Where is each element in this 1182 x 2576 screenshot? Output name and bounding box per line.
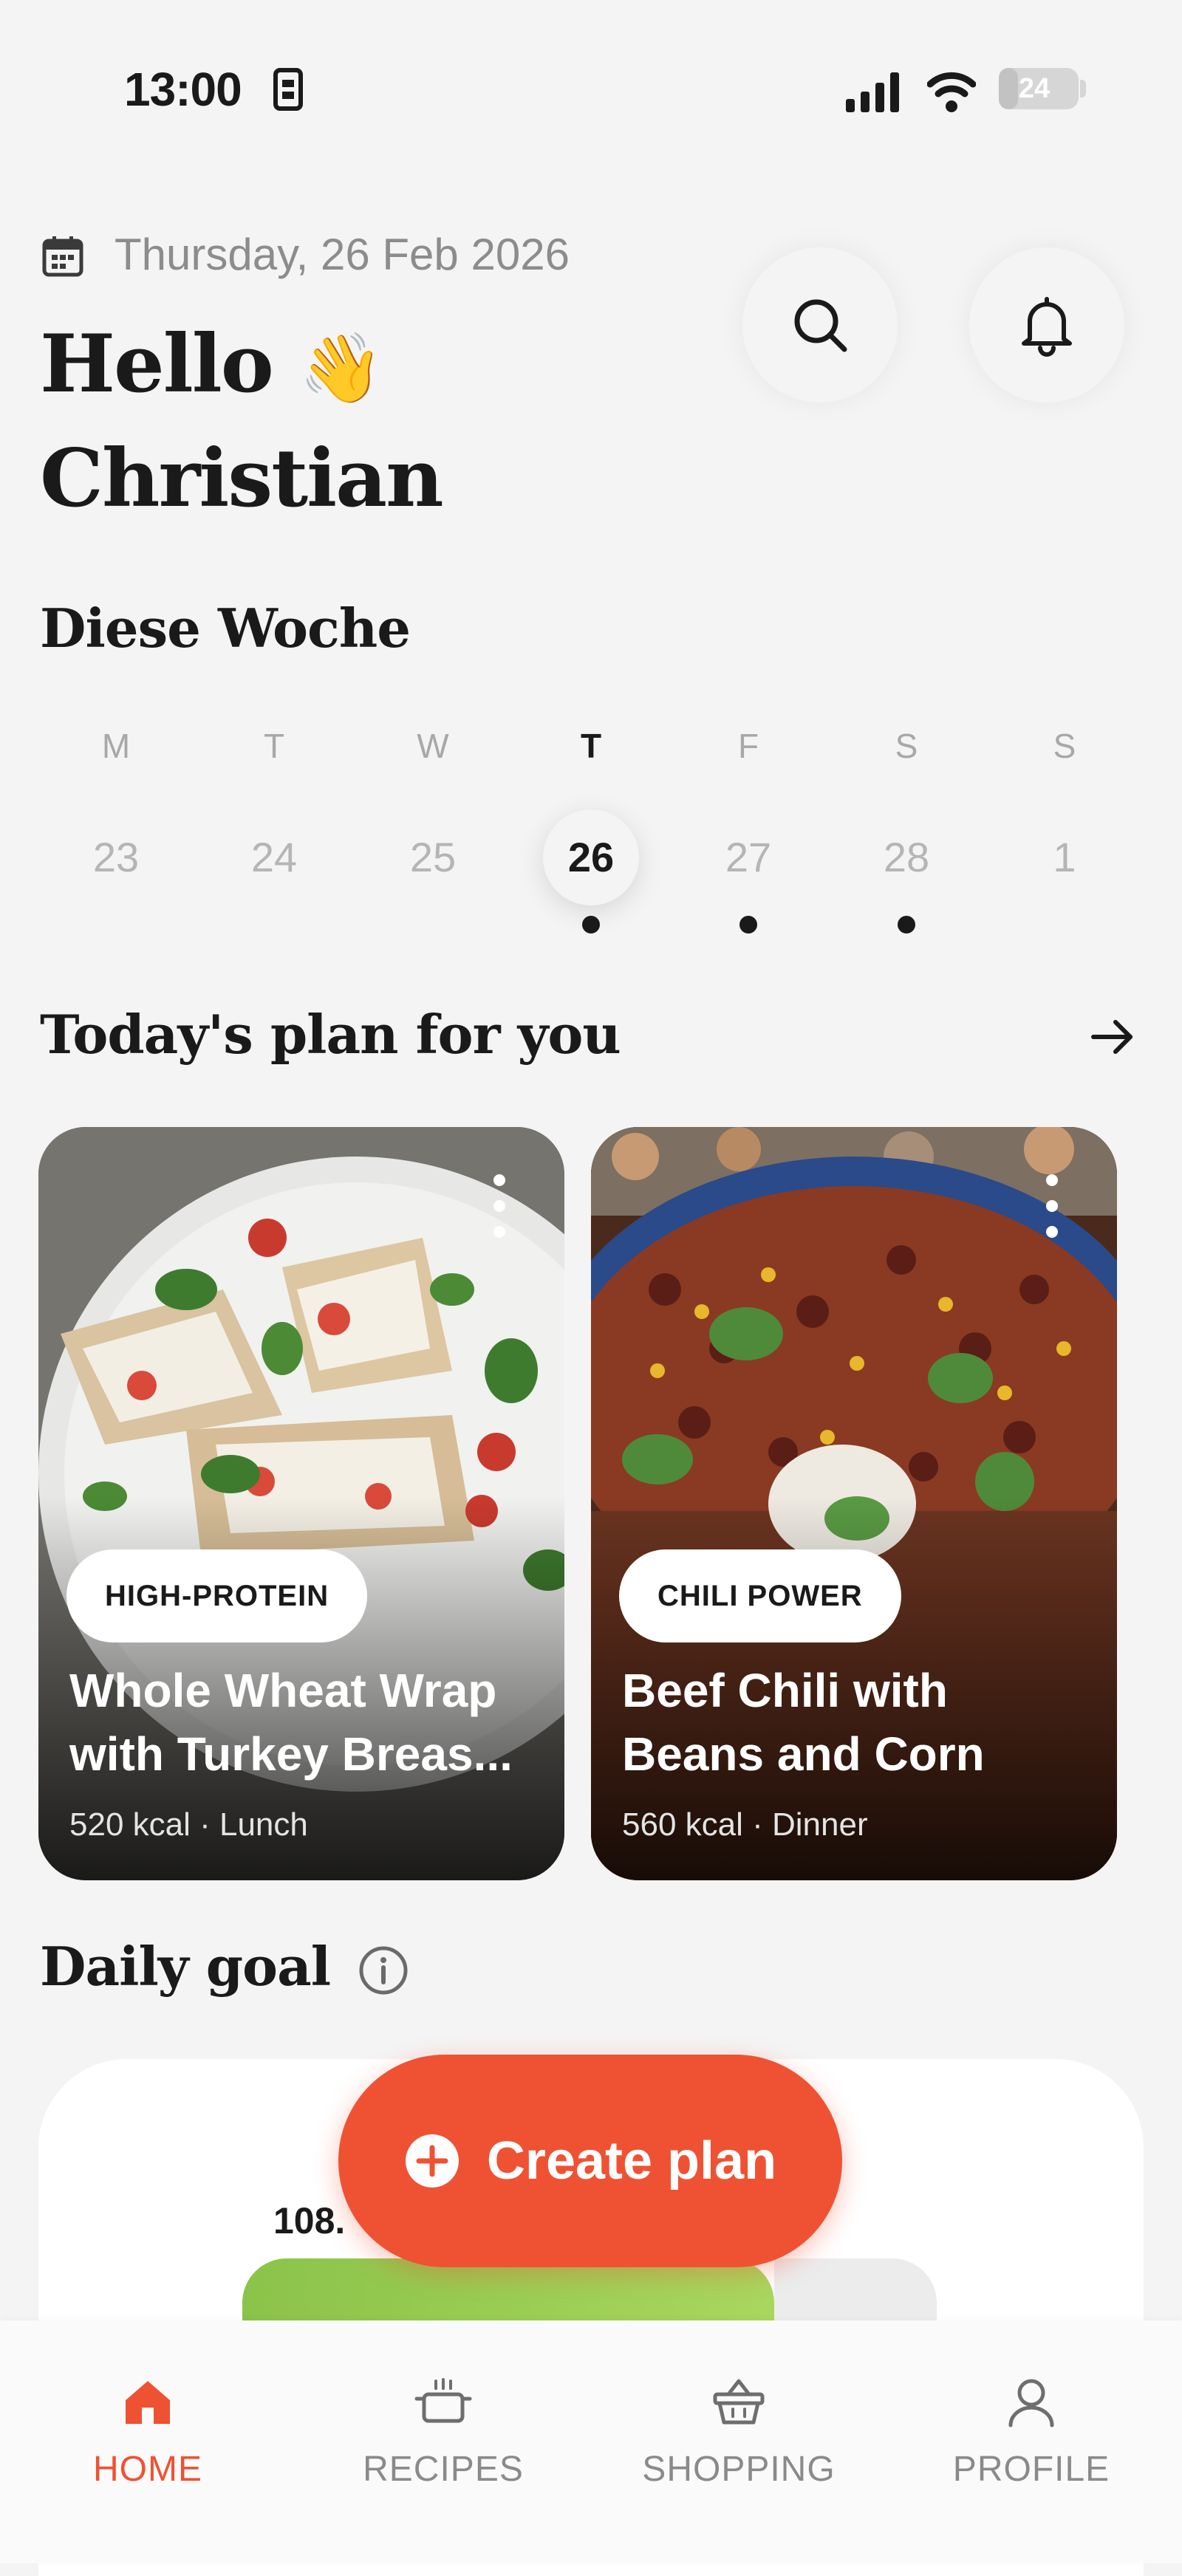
plan-dot	[739, 916, 757, 934]
search-icon	[794, 299, 847, 352]
nav-shopping[interactable]: SHOPPING	[621, 2372, 857, 2490]
week-title: Diese Woche	[40, 597, 411, 660]
search-button[interactable]	[742, 247, 898, 402]
day-letter: F	[737, 727, 759, 765]
home-icon	[126, 2381, 170, 2424]
waving-hand-emoji: 👋	[298, 328, 383, 408]
day-thursday-selected[interactable]: T 26	[536, 724, 646, 934]
create-plan-button[interactable]: Create plan	[338, 2055, 842, 2267]
day-wednesday[interactable]: W 25	[378, 724, 488, 934]
profile-icon	[1008, 2379, 1054, 2428]
day-tuesday[interactable]: T 24	[219, 724, 329, 934]
greeting-hello: Hello	[40, 318, 274, 411]
day-date: 26	[543, 809, 639, 905]
bell-icon	[1022, 297, 1072, 357]
nav-label: PROFILE	[952, 2450, 1110, 2489]
daily-goal-title: Daily goal	[40, 1935, 331, 1998]
signal-icon	[846, 72, 899, 112]
day-letter: S	[895, 727, 918, 765]
battery-indicator: 24	[999, 68, 1079, 109]
day-friday[interactable]: F 27	[693, 724, 804, 934]
meal-title: Whole Wheat Wrap with Turkey Breas...	[69, 1664, 513, 1781]
current-date: Thursday, 26 Feb 2026	[115, 230, 570, 279]
meal-meta: 520 kcal · Lunch	[69, 1806, 308, 1843]
day-date: 1	[1053, 834, 1076, 880]
day-sunday[interactable]: S 1	[1009, 724, 1120, 934]
day-date: 27	[725, 834, 772, 880]
notifications-button[interactable]	[969, 247, 1124, 402]
day-monday[interactable]: M 23	[61, 724, 171, 934]
todays-plan-title: Today's plan for you	[40, 1003, 621, 1066]
plan-dot	[582, 916, 600, 934]
bottom-navigation: HOME RECIPES SHOPPING PROFILE	[0, 2320, 1182, 2563]
plan-dot	[898, 916, 915, 934]
sim-card-icon	[273, 68, 303, 111]
nav-recipes[interactable]: RECIPES	[325, 2372, 561, 2490]
day-date: 28	[883, 834, 930, 880]
meal-meta: 560 kcal · Dinner	[622, 1806, 868, 1843]
arrow-right-icon[interactable]	[1086, 1010, 1139, 1063]
plus-circle-icon	[405, 2134, 459, 2188]
pot-icon	[414, 2378, 472, 2423]
basket-icon	[713, 2379, 765, 2425]
day-letter: W	[417, 727, 449, 765]
nav-label: RECIPES	[363, 2450, 524, 2489]
day-letter: S	[1053, 727, 1076, 765]
day-date: 23	[92, 834, 140, 880]
wifi-icon	[927, 72, 976, 112]
calendar-icon	[42, 236, 83, 277]
goal-value: 108.	[273, 2200, 346, 2241]
day-letter: M	[101, 727, 131, 765]
battery-tip	[1080, 80, 1086, 97]
meal-tag: HIGH-PROTEIN	[66, 1549, 368, 1642]
meal-card-dinner[interactable]: CHILI POWER Beef Chili with Beans and Co…	[591, 1127, 1117, 1880]
nav-label: SHOPPING	[642, 2450, 836, 2489]
greeting: Hello 👋 Christian	[40, 309, 444, 534]
battery-level: 24	[1018, 73, 1051, 104]
more-vertical-icon[interactable]	[493, 1173, 505, 1239]
info-icon[interactable]	[357, 1944, 410, 1997]
day-date: 24	[250, 834, 298, 880]
nav-label: HOME	[93, 2450, 202, 2489]
nav-home[interactable]: HOME	[30, 2372, 266, 2490]
day-letter: T	[580, 727, 602, 765]
more-vertical-icon[interactable]	[1046, 1173, 1058, 1239]
meal-card-lunch[interactable]: HIGH-PROTEIN Whole Wheat Wrap with Turke…	[38, 1127, 564, 1880]
meal-title: Beef Chili with Beans and Corn	[622, 1664, 985, 1781]
create-plan-label: Create plan	[486, 2131, 777, 2190]
status-time: 13:00	[124, 63, 242, 116]
nav-profile[interactable]: PROFILE	[913, 2372, 1149, 2490]
day-letter: T	[263, 727, 285, 765]
meal-tag: CHILI POWER	[619, 1549, 901, 1642]
day-date: 25	[409, 834, 457, 880]
day-saturday[interactable]: S 28	[851, 724, 962, 934]
user-name: Christian	[40, 432, 444, 525]
